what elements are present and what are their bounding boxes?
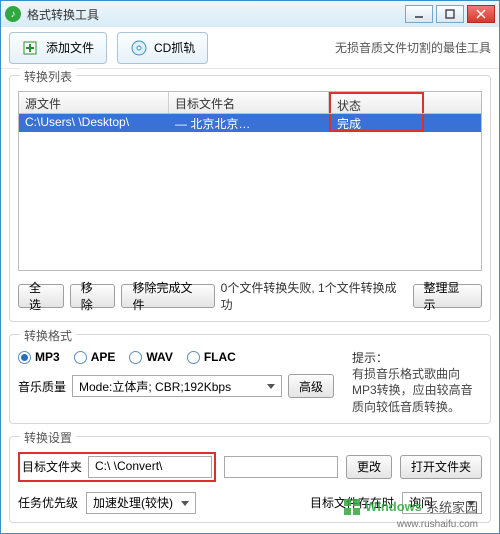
cell-status: 完成	[329, 114, 424, 132]
chevron-down-icon	[463, 495, 479, 511]
cd-grab-button[interactable]: CD抓轨	[117, 32, 208, 64]
chevron-down-icon	[263, 378, 279, 394]
add-file-button[interactable]: 添加文件	[9, 32, 107, 64]
titlebar: ♪ 格式转换工具	[1, 1, 499, 27]
conversion-status-text: 0个文件转换失败, 1个文件转换成功	[221, 279, 407, 313]
quality-select[interactable]: Mode:立体声; CBR;192Kbps	[72, 375, 282, 397]
list-group: 转换列表 源文件 目标文件名 状态 C:\Users\ \Desktop\ — …	[9, 75, 491, 322]
tagline: 无损音质文件切割的最佳工具	[335, 39, 491, 56]
col-status[interactable]: 状态	[329, 92, 424, 113]
col-source[interactable]: 源文件	[19, 92, 169, 113]
window-title: 格式转换工具	[27, 6, 99, 23]
radio-wav[interactable]: WAV	[129, 350, 172, 364]
format-group-label: 转换格式	[20, 327, 76, 344]
radio-mp3[interactable]: MP3	[18, 350, 60, 364]
open-folder-button[interactable]: 打开文件夹	[400, 455, 482, 479]
change-folder-button[interactable]: 更改	[346, 455, 392, 479]
priority-label: 任务优先级	[18, 494, 78, 511]
cell-source: C:\Users\ \Desktop\	[19, 114, 169, 132]
col-target[interactable]: 目标文件名	[169, 92, 329, 113]
hint-title: 提示：	[352, 350, 482, 366]
maximize-button[interactable]	[436, 5, 464, 23]
file-exists-label: 目标文件存在时	[310, 494, 394, 511]
target-folder-input[interactable]: C:\ \Convert\	[88, 456, 212, 478]
quality-label: 音乐质量	[18, 378, 66, 395]
remove-done-button[interactable]: 移除完成文件	[121, 284, 214, 308]
file-exists-select[interactable]: 询问	[402, 492, 482, 514]
priority-select[interactable]: 加速处理(较快)	[86, 492, 196, 514]
close-button[interactable]	[467, 5, 495, 23]
radio-flac[interactable]: FLAC	[187, 350, 236, 364]
minimize-button[interactable]	[405, 5, 433, 23]
cd-icon	[130, 39, 148, 57]
list-header: 源文件 目标文件名 状态	[19, 92, 481, 114]
file-exists-value: 询问	[409, 494, 433, 511]
hint-body: 有损音乐格式歌曲向MP3转换，应由较高音质向较低音质转换。	[352, 366, 482, 415]
list-group-label: 转换列表	[20, 68, 76, 85]
add-file-icon	[22, 39, 40, 57]
toolbar: 添加文件 CD抓轨 无损音质文件切割的最佳工具	[1, 27, 499, 69]
remove-button[interactable]: 移除	[70, 284, 116, 308]
settings-group-label: 转换设置	[20, 429, 76, 446]
select-all-button[interactable]: 全选	[18, 284, 64, 308]
add-file-label: 添加文件	[46, 39, 94, 56]
target-folder-input-ext[interactable]	[224, 456, 338, 478]
target-folder-label: 目标文件夹	[22, 458, 82, 475]
radio-ape[interactable]: APE	[74, 350, 116, 364]
quality-value: Mode:立体声; CBR;192Kbps	[79, 378, 231, 395]
priority-value: 加速处理(较快)	[93, 494, 173, 511]
align-display-button[interactable]: 整理显示	[413, 284, 482, 308]
cell-target: — 北京北京…	[169, 114, 329, 132]
conversion-list[interactable]: 源文件 目标文件名 状态 C:\Users\ \Desktop\ — 北京北京……	[18, 91, 482, 271]
cd-grab-label: CD抓轨	[154, 39, 195, 56]
advanced-button[interactable]: 高级	[288, 374, 334, 398]
format-group: 转换格式 MP3 APE WAV FLAC 音乐质量 Mode:立体声; CBR…	[9, 334, 491, 424]
chevron-down-icon	[177, 495, 193, 511]
app-icon: ♪	[5, 6, 21, 22]
settings-group: 转换设置 目标文件夹 C:\ \Convert\ 更改 打开文件夹 任务优先级 …	[9, 436, 491, 523]
list-row[interactable]: C:\Users\ \Desktop\ — 北京北京… 完成	[19, 114, 481, 132]
